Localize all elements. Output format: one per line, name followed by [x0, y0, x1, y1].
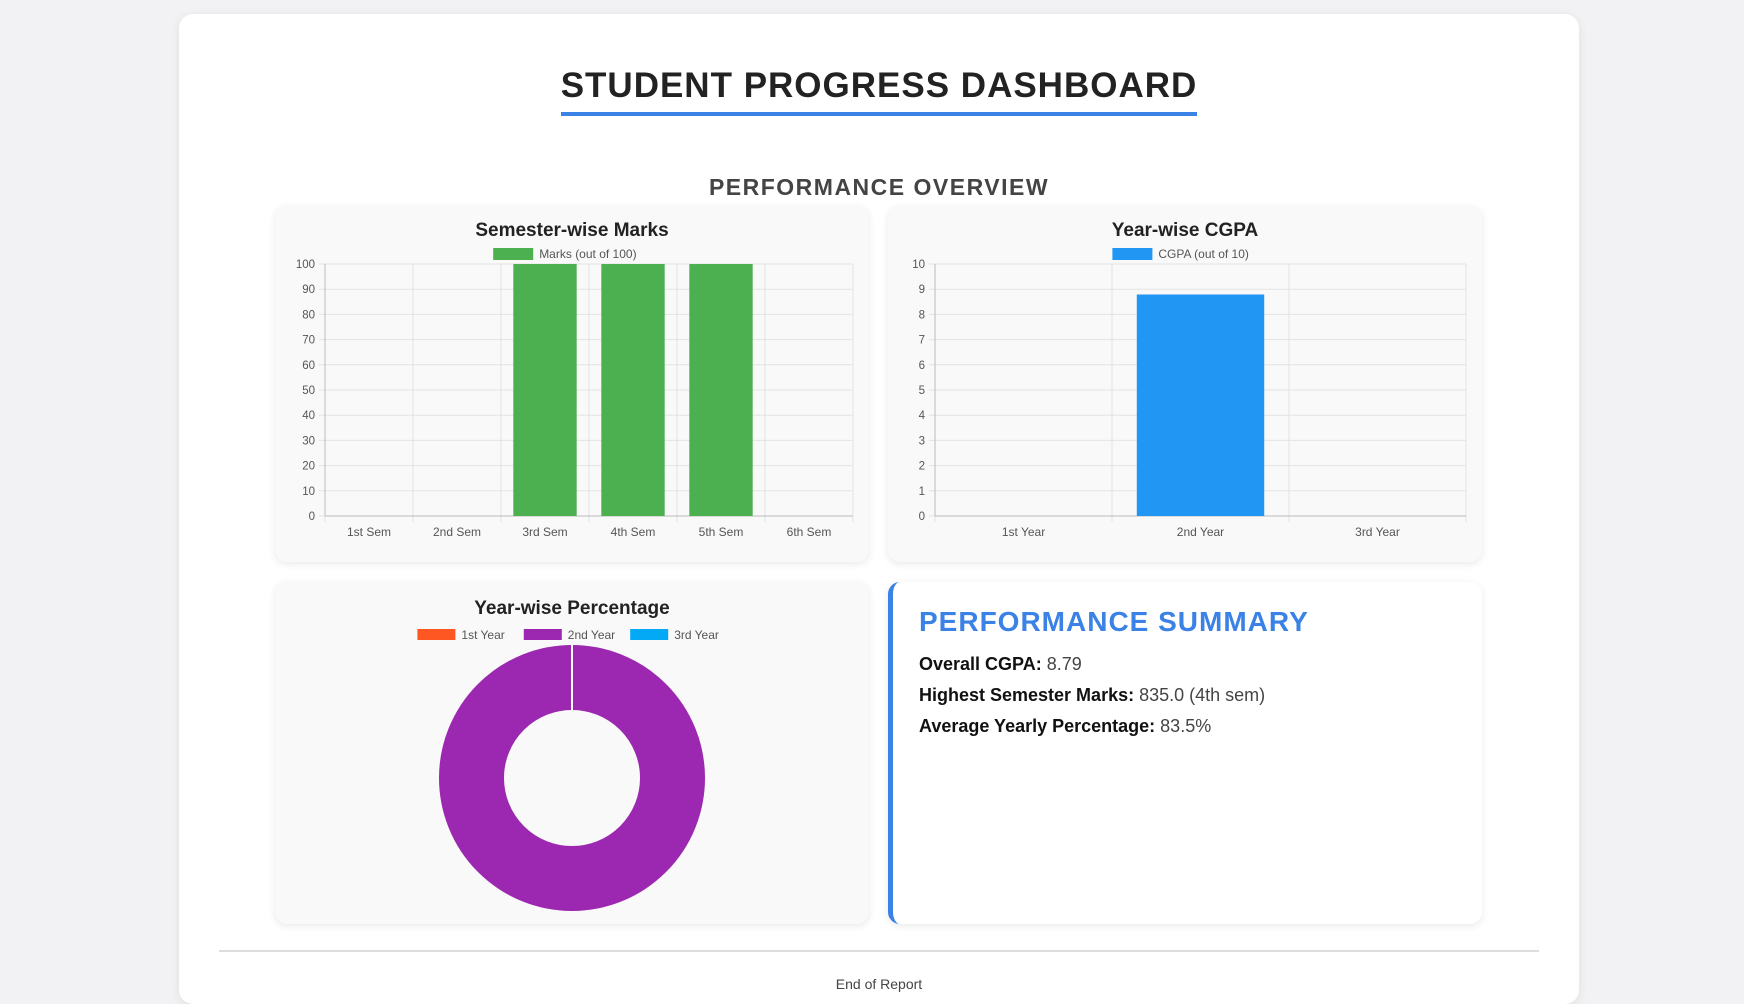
bar [689, 264, 753, 516]
semester-marks-chart: Semester-wise Marks Marks (out of 100) 0 10… [296, 220, 854, 539]
y-tick-label: 10 [302, 486, 315, 498]
summary-highest-marks-label: Highest Semester Marks: [919, 685, 1135, 705]
summary-overall-cgpa-label: Overall CGPA: [919, 654, 1042, 674]
y-tick-label: 60 [302, 360, 315, 372]
y-tick-label: 10 [912, 259, 925, 271]
summary-average-percentage-value: 83.5% [1160, 716, 1212, 736]
chart-title: Semester-wise Marks [475, 220, 668, 241]
bar [513, 264, 577, 516]
summary-average-percentage: Average Yearly Percentage: 83.5% [919, 716, 1456, 737]
legend-swatch [417, 629, 456, 640]
legend-label: CGPA (out of 10) [1158, 247, 1249, 261]
legend-label: 1st Year [461, 628, 504, 642]
y-tick-label: 80 [302, 309, 315, 321]
summary-title: PERFORMANCE SUMMARY [919, 606, 1309, 637]
footer-text: End of Report [835, 976, 923, 992]
y-tick-label: 40 [302, 410, 315, 422]
x-tick-label: 6th Sem [787, 525, 832, 539]
y-tick-label: 1 [919, 486, 925, 498]
legend-swatch [630, 629, 669, 640]
year-percentage-card: Year-wise Percentage 1st Year 2nd Year 3rd … [275, 582, 869, 924]
year-percentage-chart: Year-wise Percentage 1st Year 2nd Year 3rd … [417, 598, 719, 911]
bar [601, 264, 665, 516]
y-tick-label: 9 [919, 284, 925, 296]
x-tick-label: 2nd Year [1177, 525, 1224, 539]
year-cgpa-card: Year-wise CGPA CGPA (out of 10) 0 1 2 3 4 5 6 7 8 9… [888, 206, 1482, 562]
x-tick-label: 2nd Sem [433, 525, 481, 539]
legend-swatch [523, 629, 562, 640]
legend-swatch [1112, 248, 1153, 260]
y-tick-label: 20 [302, 461, 315, 473]
y-tick-label: 90 [302, 284, 315, 296]
footer-divider [219, 950, 1539, 952]
bar [1136, 294, 1265, 516]
y-tick-label: 0 [919, 511, 925, 523]
legend-label: 3rd Year [674, 628, 719, 642]
y-tick-label: 4 [919, 410, 926, 422]
legend-label: 2nd Year [568, 628, 615, 642]
x-tick-label: 3rd Sem [522, 525, 567, 539]
report-container: STUDENT PROGRESS DASHBOARD PERFORMANCE O… [179, 14, 1579, 1004]
y-tick-label: 30 [302, 435, 315, 447]
y-tick-label: 5 [919, 385, 925, 397]
x-tick-label: 1st Sem [347, 525, 391, 539]
summary-highest-marks-value: 835.0 (4th sem) [1139, 685, 1266, 705]
page-title-text: STUDENT PROGRESS DASHBOARD [560, 66, 1198, 116]
summary-highest-marks: Highest Semester Marks: 835.0 (4th sem) [919, 685, 1456, 706]
x-tick-label: 4th Sem [611, 525, 656, 539]
y-tick-label: 7 [919, 335, 925, 347]
summary-average-percentage-label: Average Yearly Percentage: [919, 716, 1156, 736]
summary-overall-cgpa-value: 8.79 [1046, 654, 1082, 674]
y-tick-label: 50 [302, 385, 315, 397]
x-tick-label: 5th Sem [699, 525, 744, 539]
y-tick-label: 0 [309, 511, 315, 523]
y-tick-label: 2 [919, 461, 925, 473]
legend-swatch [493, 248, 534, 260]
performance-summary-card: PERFORMANCE SUMMARY Overall CGPA: 8.79 H… [888, 582, 1482, 924]
y-tick-label: 100 [296, 259, 315, 271]
legend-label: Marks (out of 100) [539, 247, 636, 261]
semester-marks-card: Semester-wise Marks Marks (out of 100) 0 10… [275, 206, 869, 562]
y-tick-label: 3 [919, 435, 925, 447]
x-tick-label: 3rd Year [1355, 525, 1400, 539]
summary-overall-cgpa: Overall CGPA: 8.79 [919, 654, 1456, 675]
section-title: PERFORMANCE OVERVIEW [708, 174, 1050, 200]
y-tick-label: 8 [919, 309, 925, 321]
chart-title: Year-wise CGPA [1112, 220, 1259, 241]
y-tick-label: 70 [302, 335, 315, 347]
x-tick-label: 1st Year [1002, 525, 1045, 539]
page-title: STUDENT PROGRESS DASHBOARD [179, 66, 1579, 116]
y-tick-label: 6 [919, 360, 925, 372]
year-cgpa-chart: Year-wise CGPA CGPA (out of 10) 0 1 2 3 4 5 6 7 8 9… [912, 220, 1467, 539]
chart-title: Year-wise Percentage [474, 598, 669, 619]
